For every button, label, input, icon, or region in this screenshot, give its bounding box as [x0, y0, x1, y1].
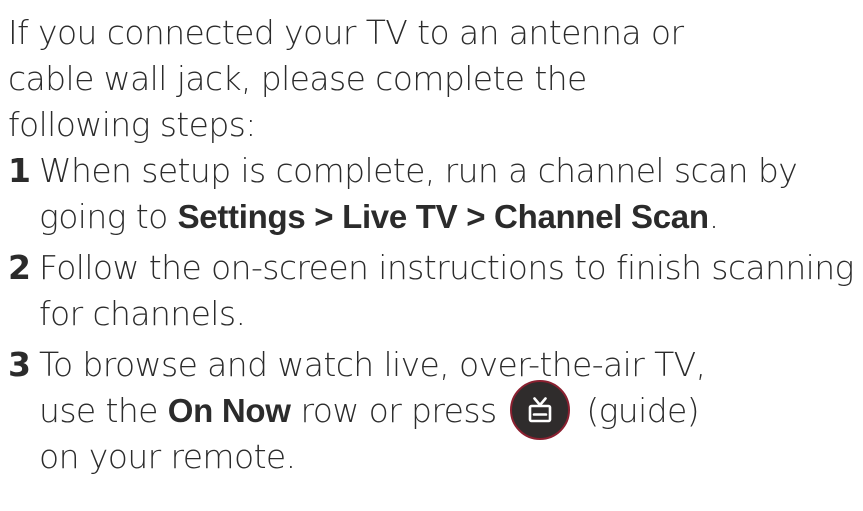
- on-now-row-name: On Now: [167, 392, 291, 429]
- step-number: 3: [8, 345, 31, 384]
- guide-button: [510, 379, 571, 440]
- intro-line-3: following steps:: [8, 105, 256, 144]
- step-text-mid: row or press: [290, 391, 507, 430]
- step-line-1: To browse and watch live, over-the-air T…: [39, 345, 706, 384]
- intro-line-1: If you connected your TV to an antenna o…: [8, 13, 684, 52]
- step-1: 1 When setup is complete, run a channel …: [8, 148, 858, 240]
- step-text-end: .: [708, 197, 719, 236]
- intro-line-2: cable wall jack, please complete the: [8, 59, 587, 98]
- step-text: Follow the on-screen instructions to fin…: [39, 248, 854, 333]
- intro-text: If you connected your TV to an antenna o…: [8, 10, 858, 148]
- step-2: 2 Follow the on-screen instructions to f…: [8, 245, 858, 337]
- step-number: 2: [8, 248, 31, 287]
- step-number: 1: [8, 151, 31, 190]
- step-line-3: on your remote.: [39, 437, 296, 476]
- settings-path: Settings > Live TV > Channel Scan: [177, 198, 709, 235]
- steps-list: 1 When setup is complete, run a channel …: [8, 148, 858, 480]
- tv-guide-icon: [529, 396, 552, 422]
- instructions-page: If you connected your TV to an antenna o…: [8, 10, 858, 480]
- step-3: 3 To browse and watch live, over-the-air…: [8, 342, 858, 480]
- step-text-end: (guide): [576, 391, 700, 430]
- step-text: use the: [39, 391, 168, 430]
